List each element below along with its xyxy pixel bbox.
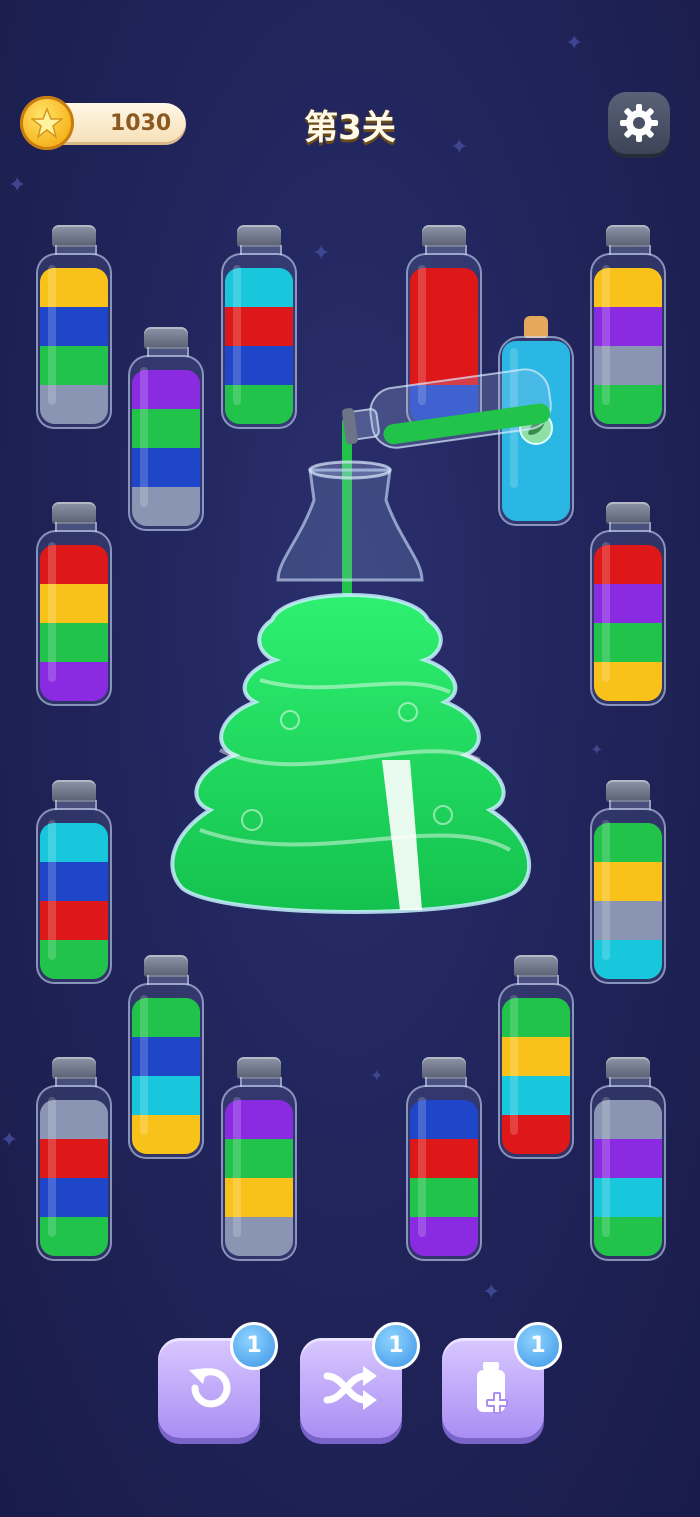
tube[interactable] <box>36 1057 112 1263</box>
tube[interactable] <box>221 225 297 431</box>
tube[interactable] <box>221 1057 297 1263</box>
tube-cap <box>606 780 650 802</box>
tube-shine <box>233 265 241 405</box>
star-icon: ✦ <box>450 135 469 160</box>
tube-cap <box>237 1057 281 1079</box>
tube[interactable] <box>36 780 112 986</box>
shuffle-button[interactable]: 1 <box>300 1322 420 1438</box>
tube-cap <box>52 502 96 524</box>
tube-shine <box>48 820 56 960</box>
tube-cap <box>52 225 96 247</box>
undo-button[interactable]: 1 <box>158 1322 278 1438</box>
star-coin-icon <box>20 96 74 150</box>
tube[interactable] <box>590 502 666 708</box>
tube-shine <box>602 265 610 405</box>
tube[interactable] <box>128 955 204 1161</box>
star-icon: ✦ <box>0 1128 19 1153</box>
tube-cap <box>422 225 466 247</box>
tube[interactable] <box>590 1057 666 1263</box>
tube-cap <box>422 1057 466 1079</box>
tube-body <box>36 530 112 706</box>
tube-cap <box>52 780 96 802</box>
tube-shine <box>602 1097 610 1237</box>
tube-shine <box>418 1097 426 1237</box>
tube-shine <box>140 367 148 507</box>
tube-shine <box>48 542 56 682</box>
tube-body <box>498 983 574 1159</box>
tube-shine <box>48 1097 56 1237</box>
undo-icon <box>189 1368 231 1408</box>
settings-button[interactable] <box>608 92 670 154</box>
star-icon: ✦ <box>8 173 27 198</box>
tube[interactable] <box>406 1057 482 1263</box>
tube-cap <box>514 955 558 977</box>
tube-body <box>128 983 204 1159</box>
add-bottle-icon <box>477 1362 508 1414</box>
tube-shine <box>602 820 610 960</box>
shuffle-icon <box>323 1366 377 1410</box>
tube-cap <box>606 225 650 247</box>
level-title: 第3关 <box>304 108 396 148</box>
tube-body <box>590 1085 666 1261</box>
tube-body <box>590 808 666 984</box>
tube-cap <box>144 327 188 349</box>
tube-cap <box>237 225 281 247</box>
tube-body <box>590 253 666 429</box>
star-icon: ✦ <box>312 241 331 266</box>
tube-body <box>590 530 666 706</box>
tube-cap <box>606 502 650 524</box>
star-icon: ✦ <box>565 31 584 56</box>
tube[interactable] <box>498 955 574 1161</box>
coin-value: 1030 <box>110 111 172 136</box>
star-icon: ✦ <box>370 1066 384 1085</box>
tube-shine <box>140 995 148 1135</box>
tube-body <box>36 253 112 429</box>
tube-cap <box>144 955 188 977</box>
tube-body <box>36 1085 112 1261</box>
cork-icon <box>524 316 548 338</box>
undo-count-badge: 1 <box>230 1322 278 1370</box>
tube-cap <box>606 1057 650 1079</box>
tube[interactable] <box>590 225 666 431</box>
tube-shine <box>510 995 518 1135</box>
gear-icon <box>620 104 658 142</box>
tube-cap <box>52 1057 96 1079</box>
star-icon: ✦ <box>590 740 604 759</box>
tube[interactable] <box>590 780 666 986</box>
tube-shine <box>602 542 610 682</box>
tube[interactable] <box>36 225 112 431</box>
shuffle-count-badge: 1 <box>372 1322 420 1370</box>
tube-shine <box>48 265 56 405</box>
add-tube-button[interactable]: 1 <box>442 1322 562 1438</box>
add-tube-count-badge: 1 <box>514 1322 562 1370</box>
tube[interactable] <box>36 502 112 708</box>
tube-body <box>406 1085 482 1261</box>
christmas-tree-flask <box>160 430 540 954</box>
tube-shine <box>233 1097 241 1237</box>
tube-body <box>221 1085 297 1261</box>
tube-body <box>221 253 297 429</box>
tube-body <box>36 808 112 984</box>
star-icon: ✦ <box>482 1280 501 1305</box>
